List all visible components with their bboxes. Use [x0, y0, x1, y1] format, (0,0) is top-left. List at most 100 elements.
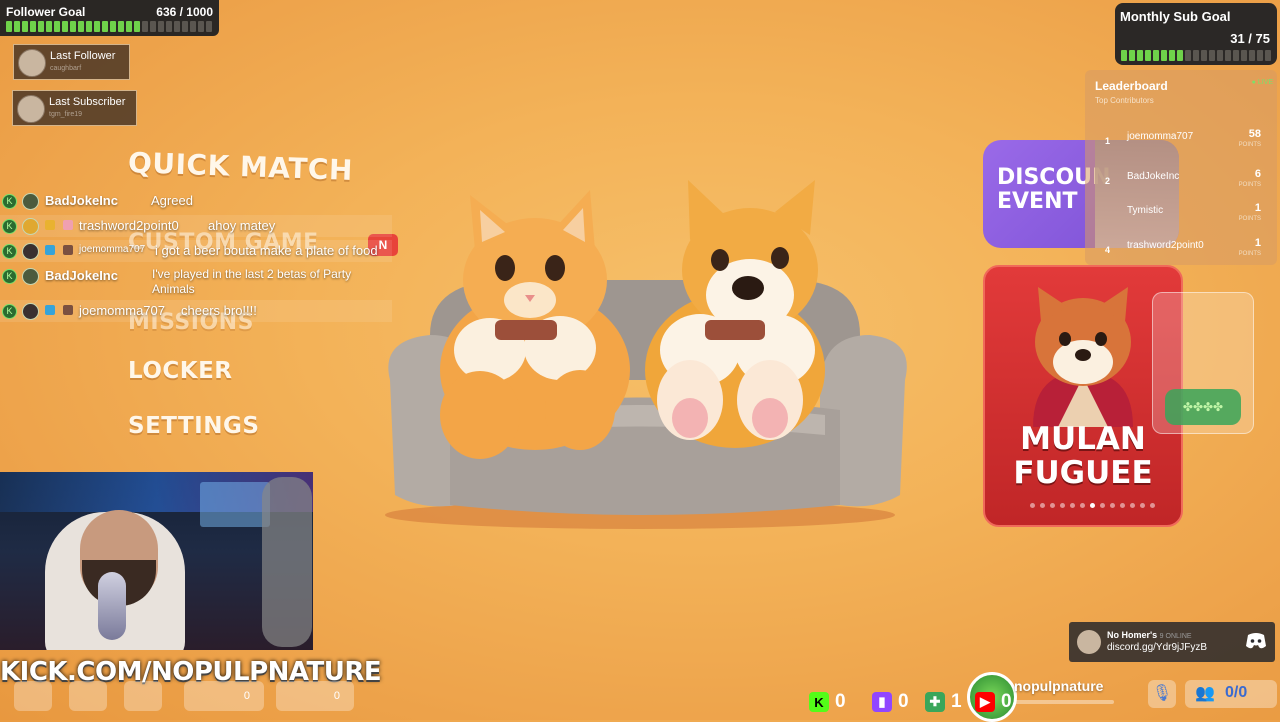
progress-segment [94, 21, 100, 32]
chat-message: K joemomma707 i got a beer bouta make a … [0, 240, 392, 262]
progress-segment [1153, 50, 1159, 61]
youtube-icon: ▶ [975, 692, 995, 712]
avatar [22, 218, 39, 235]
kick-icon: K [809, 692, 829, 712]
progress-segment [1177, 50, 1183, 61]
last-subscriber-name: tgm_fire19 [49, 111, 83, 118]
leaderboard-rank: 1 [1105, 136, 1111, 146]
progress-segment [1185, 50, 1191, 61]
sub-goal-count: 31 / 75 [1230, 31, 1270, 46]
avatar [18, 49, 46, 77]
bottom-menu-item[interactable] [14, 681, 52, 711]
progress-segment [38, 21, 44, 32]
kick-icon: K [2, 194, 17, 209]
monitor-screen [200, 482, 270, 527]
discord-online-count: 9 ONLINE [1159, 633, 1192, 640]
progress-segment [1241, 50, 1247, 61]
follower-goal-widget: Follower Goal 636 / 1000 [0, 0, 219, 36]
leaderboard-name: trashword2point0 [1127, 240, 1204, 251]
progress-segment [1249, 50, 1255, 61]
progress-segment [102, 21, 108, 32]
carousel-dots[interactable] [1030, 503, 1155, 508]
follower-goal-title: Follower Goal [6, 5, 86, 19]
party-size-count: 0/0 [1225, 684, 1248, 701]
bottom-menu-item[interactable] [69, 681, 107, 711]
kick-icon: K [2, 269, 17, 284]
avatar [17, 95, 45, 123]
menu-locker[interactable]: LOCKER [128, 358, 233, 384]
chat-message: K joemomma707 cheers bro!!!! [0, 300, 392, 322]
discord-invite-url: discord.gg/Ydr9jJFyzB [1107, 642, 1208, 653]
twitch-stat: ▮ 0 [872, 684, 909, 720]
leaderboard-widget: Leaderboard Top Contributors ● LIVE 1 jo… [1085, 70, 1277, 265]
leaderboard-name: Tymistic [1127, 205, 1164, 216]
bottom-menu-item[interactable]: 0 [184, 681, 264, 711]
bottom-menu-item[interactable]: 0 [276, 681, 354, 711]
progress-segment [70, 21, 76, 32]
chat-text: ahoy matey [208, 218, 276, 233]
leaderboard-row: 4 trashword2point0 1 POINTS [1085, 237, 1277, 267]
progress-segment [1201, 50, 1207, 61]
chat-message: K BadJokeInc Agreed [0, 190, 392, 212]
chat-username: BadJokeInc [45, 193, 118, 208]
chat-username: joemomma707 [79, 303, 165, 318]
leaderboard-row: 1 joemomma707 58 POINTS [1085, 128, 1277, 158]
menu-quick-match[interactable]: QUICK MATCH [127, 146, 353, 187]
chat-username: joemomma707 [79, 244, 146, 255]
microphone-icon[interactable]: 🎙 [1148, 680, 1176, 708]
leaderboard-subtitle: Top Contributors [1095, 96, 1154, 105]
avatar [63, 305, 73, 315]
avatar [22, 193, 39, 210]
progress-segment [46, 21, 52, 32]
coin-count: 0 [243, 690, 250, 702]
progress-segment [1129, 50, 1135, 61]
progress-segment [118, 21, 124, 32]
red-panda-illustration [1033, 287, 1133, 427]
monthly-sub-goal-widget: Monthly Sub Goal 31 / 75 [1115, 3, 1277, 65]
progress-segment [14, 21, 20, 32]
clover-jar-card[interactable]: ✤✤✤✤ [1152, 292, 1254, 434]
progress-segment [1121, 50, 1127, 61]
chat-text: Agreed [151, 193, 193, 208]
progress-segment [174, 21, 180, 32]
progress-segment [134, 21, 140, 32]
stream-stats-bar: K 0 ▮ 0 ✚ 1 ▶ 0 nopulpnature 🎙 👥 0/0 [805, 672, 1280, 722]
progress-segment [1145, 50, 1151, 61]
leaderboard-title: Leaderboard [1095, 79, 1168, 93]
progress-segment [78, 21, 84, 32]
progress-segment [166, 21, 172, 32]
last-follower-widget: Last Follower caughbarf [13, 44, 130, 80]
menu-settings[interactable]: SETTINGS [128, 413, 259, 439]
leaderboard-points: 1 [1254, 202, 1261, 214]
follower-goal-count: 636 / 1000 [156, 5, 213, 19]
progress-segment [1137, 50, 1143, 61]
leaderboard-row: Tymistic 1 POINTS [1085, 202, 1277, 232]
points-label: POINTS [1238, 142, 1261, 148]
chat-text: I've played in the last 2 betas of Party… [152, 267, 352, 296]
discord-widget: No Homer's 9 ONLINE discord.gg/Ydr9jJFyz… [1069, 622, 1275, 662]
leaderboard-points: 1 [1254, 237, 1261, 249]
progress-segment [1257, 50, 1263, 61]
avatar [1077, 630, 1101, 654]
kick-icon: K [2, 304, 17, 319]
sub-goal-title: Monthly Sub Goal [1120, 9, 1231, 24]
points-label: POINTS [1238, 216, 1261, 222]
progress-segment [1161, 50, 1167, 61]
progress-segment [206, 21, 212, 32]
points-label: POINTS [1238, 182, 1261, 188]
channel-progress-bar [1014, 700, 1114, 704]
leaderboard-rank: 4 [1105, 245, 1111, 255]
bottom-menu-item[interactable] [124, 681, 162, 711]
chat-message: K BadJokeInc I've played in the last 2 b… [0, 265, 392, 299]
progress-segment [86, 21, 92, 32]
webcam-feed [0, 472, 313, 650]
progress-segment [1169, 50, 1175, 61]
twitch-icon: ▮ [872, 692, 892, 712]
progress-segment [126, 21, 132, 32]
progress-segment [142, 21, 148, 32]
game-bottom-menu: 0 0 [14, 681, 359, 715]
avatar [63, 245, 73, 255]
last-follower-label: Last Follower [50, 50, 116, 62]
party-size-button[interactable]: 👥 0/0 [1185, 680, 1277, 708]
game-hero-illustration [385, 180, 907, 529]
